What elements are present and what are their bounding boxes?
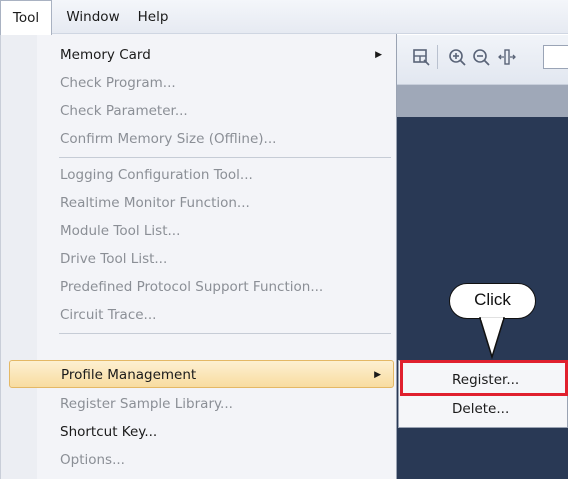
zoom-out-icon[interactable] (471, 47, 491, 67)
menu-tool[interactable]: Tool (0, 0, 52, 35)
tab-strip (397, 85, 568, 117)
menu-help[interactable]: Help (131, 0, 175, 34)
menu-item-profile-management[interactable]: Profile Management ▶ (9, 360, 394, 388)
zoom-in-icon[interactable] (447, 47, 467, 67)
toolbar (397, 35, 568, 85)
submenu-arrow-icon: ▶ (375, 50, 382, 60)
menu-item-label: Profile Management (61, 367, 197, 383)
menu-item-logging-configuration: Logging Configuration Tool... (60, 167, 253, 183)
toolbar-input[interactable] (543, 45, 568, 69)
menu-item-check-parameter: Check Parameter... (60, 103, 188, 119)
layout-icon[interactable] (411, 47, 431, 67)
menu-item-drive-tool-list: Drive Tool List... (60, 251, 168, 267)
submenu-item-delete[interactable]: Delete... (399, 395, 567, 423)
profile-management-submenu: Register... Delete... (398, 360, 568, 428)
menu-bar: Tool Window Help (0, 0, 568, 35)
menu-item-label: Memory Card (60, 47, 151, 63)
menu-item-register-sample-library: Register Sample Library... (60, 396, 233, 412)
menu-separator (59, 157, 391, 158)
menu-item-confirm-memory-size: Confirm Memory Size (Offline)... (60, 131, 277, 147)
menu-item-options: Options... (60, 452, 125, 468)
menu-separator (59, 333, 391, 334)
toolbar-separator (437, 45, 438, 69)
menu-item-predefined-protocol: Predefined Protocol Support Function... (60, 279, 324, 295)
tool-menu: Memory Card ▶ Check Program... Check Par… (0, 34, 397, 479)
submenu-item-register[interactable]: Register... (399, 366, 567, 394)
menu-item-memory-card[interactable]: Memory Card ▶ (9, 41, 394, 69)
menu-window[interactable]: Window (61, 0, 125, 34)
menu-item-realtime-monitor: Realtime Monitor Function... (60, 195, 250, 211)
menu-item-check-program: Check Program... (60, 75, 176, 91)
callout-pointer (478, 317, 506, 360)
menu-item-circuit-trace: Circuit Trace... (60, 307, 157, 323)
menu-item-module-tool-list: Module Tool List... (60, 223, 181, 239)
submenu-arrow-icon: ▶ (374, 370, 381, 380)
fit-icon[interactable] (497, 47, 517, 67)
menu-item-shortcut-key[interactable]: Shortcut Key... (9, 418, 394, 446)
